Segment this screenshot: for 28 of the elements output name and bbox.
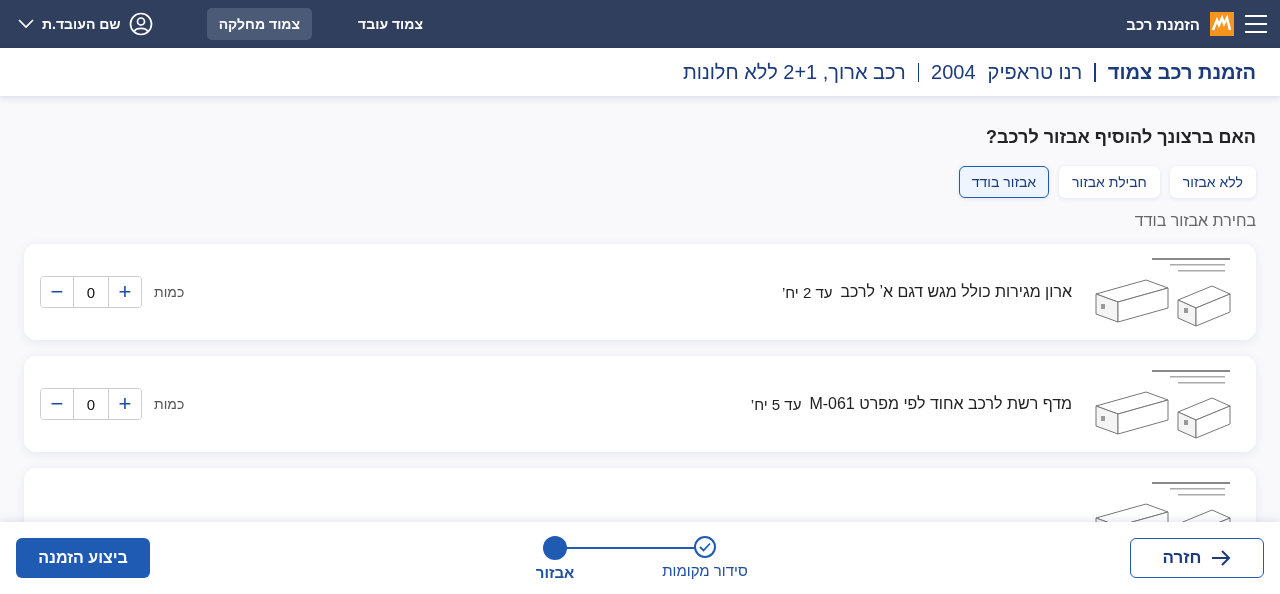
step-label: סידור מקומות [662, 561, 748, 579]
submit-order-button[interactable]: ביצוע הזמנה [16, 538, 150, 578]
menu-icon[interactable] [1244, 14, 1268, 34]
user-name[interactable]: שם העובד.ת [42, 16, 121, 32]
logo-icon [1210, 12, 1234, 36]
user-icon[interactable] [128, 12, 153, 36]
chevron-down-icon[interactable] [18, 19, 34, 29]
vehicle-model: רנו טראפיק [987, 60, 1083, 84]
option-button[interactable]: אבזור בודד [958, 166, 1050, 198]
section-label: בחירת אבזור בודד [1133, 212, 1256, 230]
back-button[interactable]: חזרה [1130, 538, 1264, 578]
option-button[interactable]: ללא אבזור [1169, 166, 1256, 198]
quantity-label: כמות [154, 396, 185, 412]
step-label: אבזור [535, 563, 575, 581]
option-button[interactable]: חבילת אבזור [1059, 166, 1160, 198]
question-heading: האם ברצונך להוסיף אבזור לרכב? [985, 127, 1256, 148]
item-limit: עד 2 יח’ [781, 283, 833, 301]
page-title: הזמנת רכב צמוד [1107, 60, 1256, 84]
app-title: הזמנת רכב [1126, 15, 1200, 33]
item-title: מדף רשת לרכב אחוד לפי מפרט M-061 [809, 395, 1072, 413]
item-limit: עד 5 יח’ [750, 395, 802, 413]
quantity-label: כמות [154, 284, 185, 300]
vehicle-description: רכב ארוך, 2+1 ללא חלונות [682, 60, 906, 84]
vehicle-year: 2004 [931, 60, 976, 84]
nav-tab[interactable]: צמוד עובד [346, 8, 435, 40]
arrow-right-icon [1211, 550, 1232, 566]
item-title: ארון מגירות כולל מגש דגם א’ לרכב [840, 283, 1072, 301]
nav-tab[interactable]: צמוד מחלקה [206, 8, 313, 40]
